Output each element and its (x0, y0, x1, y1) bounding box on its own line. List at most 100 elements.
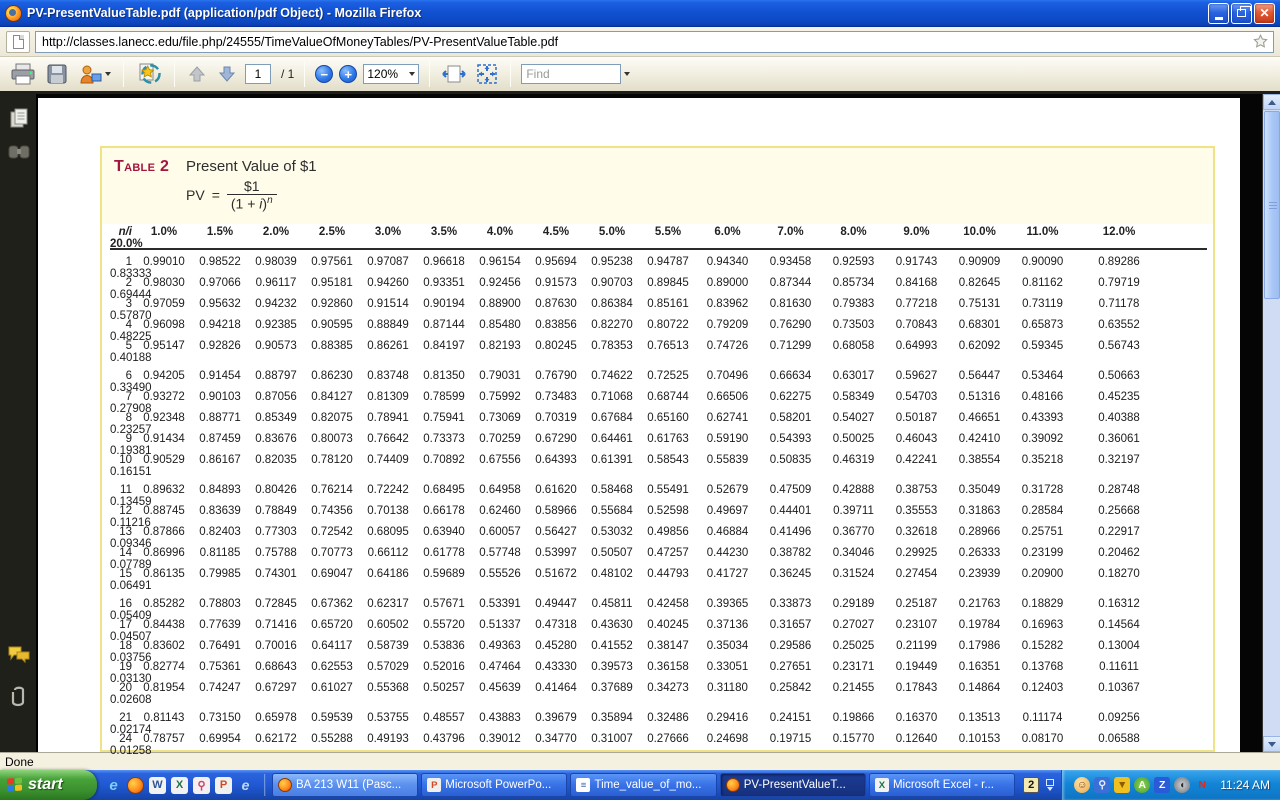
pv-factor-cell: 0.66506 (696, 391, 759, 403)
pv-factor-cell: 0.78353 (584, 340, 640, 352)
pv-factor-cell: 0.79031 (472, 370, 528, 382)
period-cell: 20 (110, 682, 136, 694)
key-tool-icon[interactable]: ⚲ (1094, 777, 1110, 793)
pv-factor-cell: 0.62741 (696, 412, 759, 424)
find-dropdown-caret-icon[interactable] (624, 72, 630, 76)
scroll-down-icon[interactable] (1263, 736, 1280, 752)
next-page-icon[interactable] (215, 60, 239, 88)
taskbar-task-button[interactable]: PMicrosoft PowerPo... (421, 773, 567, 797)
address-input[interactable]: http://classes.lanecc.edu/file.php/24555… (35, 31, 1274, 53)
vertical-scrollbar[interactable] (1262, 94, 1280, 752)
pdf-toolbar: / 1 − + 120% (0, 57, 1280, 94)
pv-factor-cell: 0.86996 (136, 547, 192, 559)
taskbar-task-button[interactable]: XMicrosoft Excel - r... (869, 773, 1015, 797)
pv-factor-cell: 0.81954 (136, 682, 192, 694)
pv-factor-cell: 0.90703 (584, 277, 640, 289)
bookmark-star-icon[interactable] (1252, 33, 1269, 50)
pv-factor-cell: 0.90595 (304, 319, 360, 331)
pv-factor-cell: 0.94260 (360, 277, 416, 289)
scrollbar-thumb[interactable] (1264, 111, 1280, 299)
pv-factor-cell: 0.87630 (528, 298, 584, 310)
pv-factor-cell: 0.74726 (696, 340, 759, 352)
restore-button[interactable] (1231, 3, 1252, 24)
pv-factor-cell: 0.80245 (528, 340, 584, 352)
previous-page-icon[interactable] (185, 60, 209, 88)
page-icon[interactable] (6, 31, 30, 53)
fit-width-icon[interactable] (440, 60, 468, 88)
bookmarks-panel-icon[interactable] (7, 140, 31, 164)
print-icon[interactable] (8, 60, 38, 88)
pv-factor-cell: 0.25668 (1074, 505, 1164, 517)
pv-factor-cell: 0.85161 (640, 298, 696, 310)
email-collaborate-icon[interactable] (76, 60, 113, 88)
internet-explorer-icon[interactable]: e (105, 777, 122, 794)
pv-factor-cell: 0.87056 (248, 391, 304, 403)
comments-panel-icon[interactable] (7, 642, 31, 666)
shield-icon[interactable]: ▼ (1114, 777, 1130, 793)
pv-factor-cell: 0.42410 (948, 433, 1011, 445)
pv-factor-cell: 0.42888 (822, 484, 885, 496)
pv-factor-cell: 0.64117 (304, 640, 360, 652)
pv-factor-cell: 0.20462 (1074, 547, 1164, 559)
volume-icon[interactable]: ◖ (1174, 777, 1190, 793)
pv-factor-cell: 0.46651 (948, 412, 1011, 424)
find-input[interactable] (521, 64, 621, 84)
pv-factor-cell: 0.44793 (640, 568, 696, 580)
firefox-icon[interactable] (127, 777, 144, 794)
pv-factor-cell: 0.94787 (640, 256, 696, 268)
pages-panel-icon[interactable] (7, 106, 31, 130)
attachments-panel-icon[interactable] (7, 684, 31, 708)
pv-factor-cell: 0.62172 (248, 733, 304, 745)
excel-icon[interactable]: X (171, 777, 188, 794)
key-icon[interactable]: ⚲ (193, 777, 210, 794)
norton-icon[interactable]: N (1194, 777, 1210, 793)
page-total-label: / 1 (281, 67, 294, 81)
z-app-icon[interactable]: Z (1154, 777, 1170, 793)
pv-factor-cell: 0.98522 (192, 256, 248, 268)
pv-factor-cell: 0.89845 (640, 277, 696, 289)
pv-factor-cell: 0.61027 (304, 682, 360, 694)
pv-factor-cell: 0.15770 (822, 733, 885, 745)
pv-factor-cell: 0.41727 (696, 568, 759, 580)
pv-factor-cell: 0.96098 (136, 319, 192, 331)
word-icon[interactable]: W (149, 777, 166, 794)
windows-flag-icon (7, 777, 23, 793)
messenger-icon[interactable]: ☺ (1074, 777, 1090, 793)
pv-factor-cell: 0.45639 (472, 682, 528, 694)
antivirus-icon[interactable]: A (1134, 777, 1150, 793)
page-number-input[interactable] (245, 64, 271, 84)
pv-factor-cell: 0.47464 (472, 661, 528, 673)
pv-factor-cell: 0.85282 (136, 598, 192, 610)
pv-factor-cell: 0.75788 (248, 547, 304, 559)
taskbar-task-button[interactable]: ≡Time_value_of_mo... (570, 773, 716, 797)
save-icon[interactable] (44, 60, 70, 88)
task-button-label: Microsoft PowerPo... (445, 779, 551, 791)
browser-shortcut-icon[interactable]: e (237, 777, 254, 794)
pv-factor-cell: 0.36770 (822, 526, 885, 538)
share-review-icon[interactable] (134, 60, 164, 88)
pv-factor-cell: 0.40245 (640, 619, 696, 631)
close-button[interactable]: ✕ (1254, 3, 1275, 24)
taskbar-task-button[interactable]: BA 213 W11 (Pasc... (272, 773, 418, 797)
pv-factor-cell: 0.68643 (248, 661, 304, 673)
helper-tray-badge[interactable]: 2 (1023, 777, 1039, 793)
taskbar-clock: 11:24 AM (1220, 778, 1270, 792)
pv-factor-cell: 0.82774 (136, 661, 192, 673)
pv-factor-cell: 0.88771 (192, 412, 248, 424)
window-titlebar: PV-PresentValueTable.pdf (application/pd… (0, 0, 1280, 27)
fit-page-icon[interactable] (474, 60, 500, 88)
pv-factor-cell: 0.92385 (248, 319, 304, 331)
toolbar-chevron-icon[interactable] (1043, 777, 1057, 793)
pv-factor-cell: 0.39365 (696, 598, 759, 610)
pv-factor-cell: 0.92348 (136, 412, 192, 424)
scroll-up-icon[interactable] (1263, 94, 1280, 110)
powerpoint-icon[interactable]: P (215, 777, 232, 794)
start-button[interactable]: start (0, 770, 97, 800)
zoom-out-icon[interactable]: − (315, 65, 333, 83)
zoom-level-select[interactable]: 120% (363, 64, 419, 84)
minimize-button[interactable] (1208, 3, 1229, 24)
pv-factor-cell: 0.84438 (136, 619, 192, 631)
zoom-in-icon[interactable]: + (339, 65, 357, 83)
pv-factor-cell: 0.90194 (416, 298, 472, 310)
taskbar-task-button[interactable]: PV-PresentValueT... (720, 773, 866, 797)
